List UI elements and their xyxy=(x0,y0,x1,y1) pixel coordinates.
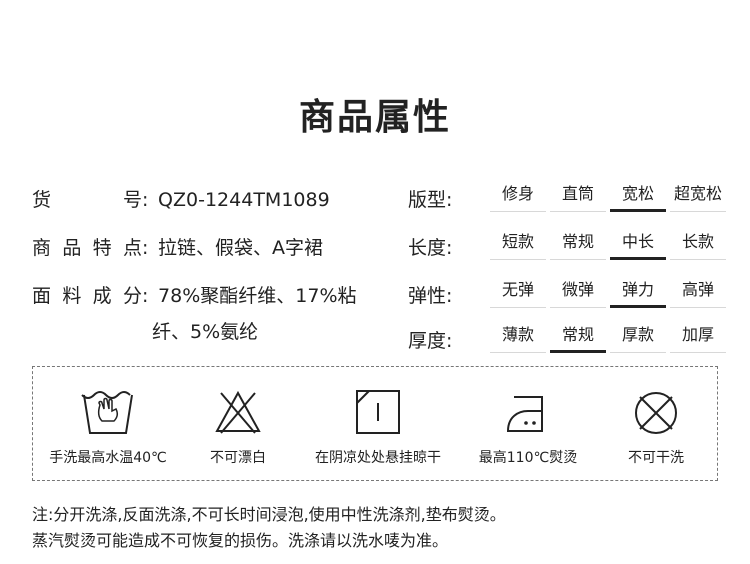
care-label-line-dry: 在阴凉处处悬挂晾干 xyxy=(315,450,441,466)
attr-label: 长度: xyxy=(408,237,453,259)
fabric-row: 面料成分: 78%聚酯纤维、17%粘 xyxy=(32,281,357,308)
care-note-line-1: 注:分开洗涤,反面洗涤,不可长时间浸泡,使用中性洗涤剂,垫布熨烫。 xyxy=(32,505,506,524)
fabric-colon: : xyxy=(142,285,149,307)
no-bleach-icon xyxy=(215,390,261,434)
no-dry-clean-icon xyxy=(635,392,677,434)
iron-medium-icon xyxy=(506,396,543,432)
attr-option: 修身 xyxy=(490,177,546,212)
fabric-value-line-1: 78%聚酯纤维、17%粘 xyxy=(158,285,357,307)
care-label-iron: 最高110℃熨烫 xyxy=(478,450,578,466)
attr-option: 长款 xyxy=(670,225,726,260)
attr-option-selected: 常规 xyxy=(550,318,606,353)
attr-option: 常规 xyxy=(550,225,606,260)
care-label-hand-wash: 手洗最高水温40℃ xyxy=(49,450,167,466)
hand-wash-icon xyxy=(81,391,133,434)
care-item-no-dry-clean: 不可干洗 xyxy=(593,367,719,482)
attr-option: 微弹 xyxy=(550,273,606,308)
attr-label: 版型: xyxy=(408,189,453,211)
attr-option-selected: 宽松 xyxy=(610,177,666,212)
fabric-label: 面料成分 xyxy=(32,285,142,307)
attr-option: 厚款 xyxy=(610,318,666,353)
care-instructions-box: 手洗最高水温40℃ 不可漂白 在阴凉处处悬挂晾干 最高110℃熨烫 不可干洗 xyxy=(32,366,718,481)
care-item-iron: 最高110℃熨烫 xyxy=(453,367,603,482)
attr-option-selected: 中长 xyxy=(610,225,666,260)
attr-option: 薄款 xyxy=(490,318,546,353)
line-dry-shade-icon xyxy=(356,390,400,434)
care-item-hand-wash: 手洗最高水温40℃ xyxy=(33,367,183,482)
attr-option: 加厚 xyxy=(670,318,726,353)
attr-option: 无弹 xyxy=(490,273,546,308)
attr-option: 高弹 xyxy=(670,273,726,308)
page-title: 商品属性 xyxy=(298,97,451,138)
sku-label: 货号 xyxy=(32,189,142,211)
feature-value: 拉链、假袋、A字裙 xyxy=(158,237,324,259)
fabric-row-continued: 纤、5%氨纶 xyxy=(152,317,258,344)
sku-colon: : xyxy=(142,189,149,211)
feature-row: 商品特点: 拉链、假袋、A字裙 xyxy=(32,233,323,260)
feature-colon: : xyxy=(142,237,149,259)
sku-value: QZ0-1244TM1089 xyxy=(158,189,330,211)
attr-option-selected: 弹力 xyxy=(610,273,666,308)
care-label-no-bleach: 不可漂白 xyxy=(210,450,266,466)
care-note-line-2: 蒸汽熨烫可能造成不可恢复的损伤。洗涤请以洗水唛为准。 xyxy=(32,531,449,550)
attr-option: 超宽松 xyxy=(670,177,726,212)
attr-option: 直筒 xyxy=(550,177,606,212)
feature-label: 商品特点 xyxy=(32,237,142,259)
attr-label: 弹性: xyxy=(408,285,453,307)
attr-option: 短款 xyxy=(490,225,546,260)
sku-row: 货号: QZ0-1244TM1089 xyxy=(32,185,330,212)
care-item-line-dry: 在阴凉处处悬挂晾干 xyxy=(303,367,453,482)
care-item-no-bleach: 不可漂白 xyxy=(173,367,303,482)
care-label-no-dry-clean: 不可干洗 xyxy=(628,450,684,466)
attr-label: 厚度: xyxy=(408,330,453,352)
fabric-value-line-2: 纤、5%氨纶 xyxy=(152,321,259,343)
